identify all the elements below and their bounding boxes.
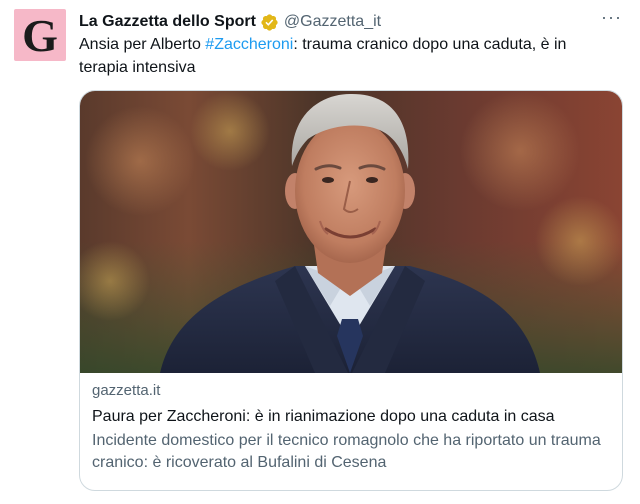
- author-display-name[interactable]: La Gazzetta dello Sport: [79, 13, 256, 31]
- avatar-logo-letter: G: [22, 10, 58, 61]
- more-options-icon[interactable]: ···: [601, 8, 622, 26]
- hashtag-link[interactable]: #Zaccheroni: [205, 36, 293, 53]
- author-handle[interactable]: @Gazzetta_it: [284, 13, 381, 31]
- card-image[interactable]: [80, 91, 622, 373]
- card-body[interactable]: gazzetta.it Paura per Zaccheroni: è in r…: [92, 381, 612, 474]
- card-description: Incidente domestico per il tecnico romag…: [92, 432, 601, 471]
- card-domain: gazzetta.it: [92, 382, 161, 399]
- tweet-text: Ansia per Alberto #Zaccheroni: trauma cr…: [79, 33, 619, 79]
- verified-badge-icon: [260, 13, 279, 32]
- card-title[interactable]: Paura per Zaccheroni: è in rianimazione …: [92, 406, 612, 428]
- tweet-header: La Gazzetta dello Sport @Gazzetta_it: [79, 11, 610, 33]
- tweet-text-start: Ansia per Alberto: [79, 36, 206, 53]
- avatar[interactable]: G: [14, 9, 66, 61]
- link-preview-card[interactable]: gazzetta.it Paura per Zaccheroni: è in r…: [79, 90, 623, 491]
